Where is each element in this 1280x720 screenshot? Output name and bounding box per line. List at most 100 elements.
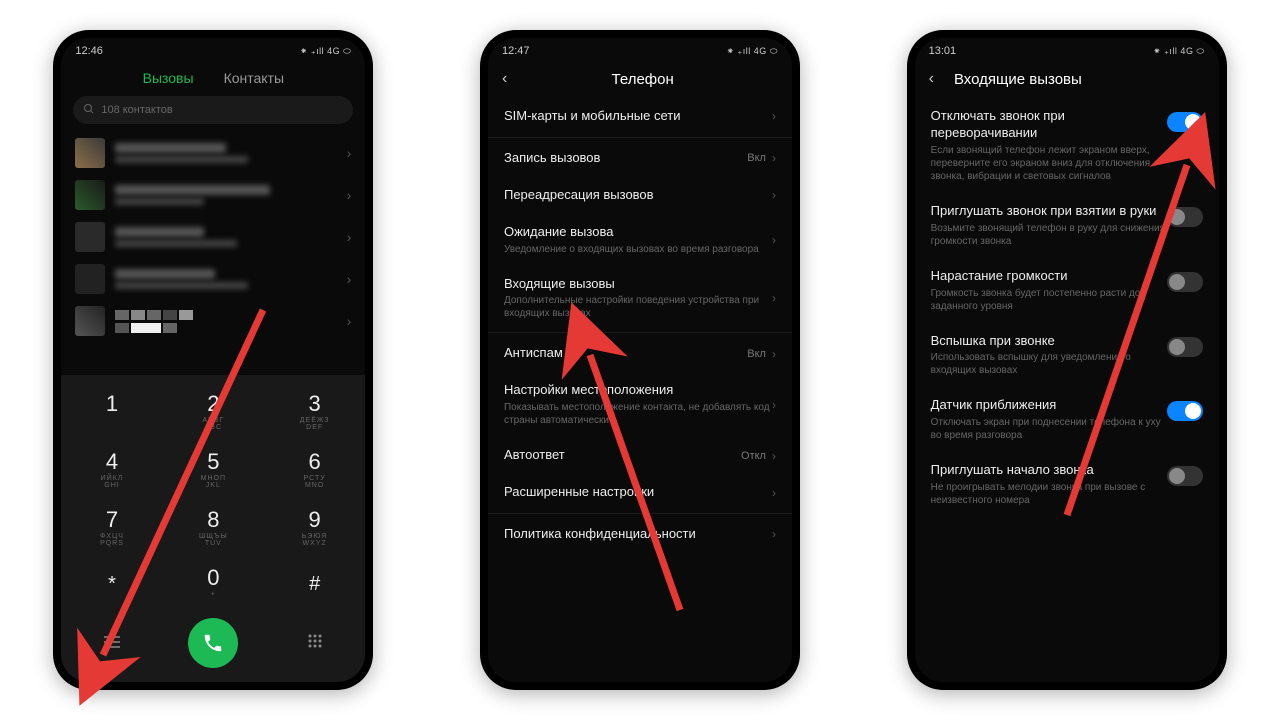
status-icons: ⁕ ₊ıll 4G ⬭: [1153, 46, 1205, 57]
row-subtitle: Громкость звонка будет постепенно расти …: [931, 287, 1167, 313]
chevron-right-icon: ›: [772, 233, 776, 247]
settings-row[interactable]: SIM-карты и мобильные сети›: [488, 98, 792, 135]
dialpad: 1 2АБВГABC 3ДЕЁЖЗDEF 4ИЙКЛGHI 5МНОПJKL 6…: [61, 375, 365, 682]
dial-key-star[interactable]: *: [61, 557, 162, 608]
chevron-right-icon: ›: [347, 187, 352, 203]
row-title: Расширенные настройки: [504, 484, 772, 501]
row-title: Входящие вызовы: [504, 276, 772, 293]
settings-row[interactable]: Настройки местоположенияПоказывать место…: [488, 372, 792, 437]
row-title: Приглушать звонок при взятии в руки: [931, 203, 1167, 220]
row-title: Автоответ: [504, 447, 741, 464]
row-value: Вкл: [747, 152, 766, 164]
chevron-right-icon: ›: [772, 486, 776, 500]
row-subtitle: Возьмите звонящий телефон в руку для сни…: [931, 222, 1167, 248]
row-subtitle: Не проигрывать мелодии звонка при вызове…: [931, 481, 1167, 507]
page-title: Входящие вызовы: [954, 71, 1082, 88]
row-value: Откл: [741, 450, 766, 462]
chevron-right-icon: ›: [772, 188, 776, 202]
settings-row[interactable]: Входящие вызовыДополнительные настройки …: [488, 266, 792, 331]
row-title: Датчик приближения: [931, 397, 1167, 414]
list-item[interactable]: ›: [61, 174, 365, 216]
clock: 12:46: [75, 45, 103, 57]
status-icons: ⁕ ₊ıll 4G ⬭: [726, 46, 778, 57]
list-item[interactable]: ›: [61, 132, 365, 174]
page-title: Телефон: [527, 71, 758, 88]
row-subtitle: Отключать экран при поднесении телефона …: [931, 416, 1167, 442]
settings-row[interactable]: Приглушать звонок при взятии в руки Возьм…: [915, 193, 1219, 258]
back-button[interactable]: ‹: [929, 70, 934, 88]
settings-row[interactable]: Запись вызововВкл ›: [488, 140, 792, 177]
chevron-right-icon: ›: [347, 229, 352, 245]
settings-row[interactable]: Политика конфиденциальности›: [488, 516, 792, 553]
status-bar: 13:01 ⁕ ₊ıll 4G ⬭: [915, 38, 1219, 64]
row-subtitle: Если звонящий телефон лежит экраном ввер…: [931, 144, 1167, 183]
dial-key-hash[interactable]: #: [264, 557, 365, 608]
menu-button[interactable]: [87, 633, 137, 654]
chevron-right-icon: ›: [772, 151, 776, 165]
dial-key-2[interactable]: 2АБВГABC: [163, 383, 264, 441]
phone-mockup-1: 12:46 ⁕ ₊ıll 4G ⬭ Вызовы Контакты 108 ко…: [53, 30, 373, 690]
row-title: Ожидание вызова: [504, 224, 772, 241]
search-input[interactable]: 108 контактов: [73, 96, 353, 124]
list-item[interactable]: ›: [61, 216, 365, 258]
search-placeholder: 108 контактов: [101, 104, 172, 116]
toggle-switch[interactable]: [1167, 112, 1203, 132]
row-title: Настройки местоположения: [504, 382, 772, 399]
toggle-switch[interactable]: [1167, 466, 1203, 486]
settings-row[interactable]: АвтоответОткл ›: [488, 437, 792, 474]
chevron-right-icon: ›: [772, 109, 776, 123]
dial-key-8[interactable]: 8ШЩЪЫTUV: [163, 499, 264, 557]
dialpad-toggle-button[interactable]: [290, 633, 340, 654]
phone-mockup-2: 12:47 ⁕ ₊ıll 4G ⬭ ‹ Телефон SIM-карты и …: [480, 30, 800, 690]
chevron-right-icon: ›: [772, 527, 776, 541]
row-subtitle: Дополнительные настройки поведения устро…: [504, 294, 772, 320]
status-icons: ⁕ ₊ıll 4G ⬭: [300, 46, 352, 57]
settings-row[interactable]: Вспышка при звонкеИспользовать вспышку д…: [915, 323, 1219, 388]
row-title: Вспышка при звонке: [931, 333, 1167, 350]
dial-key-1[interactable]: 1: [61, 383, 162, 441]
dial-key-5[interactable]: 5МНОПJKL: [163, 441, 264, 499]
settings-row[interactable]: Расширенные настройки›: [488, 474, 792, 511]
row-title: Запись вызовов: [504, 150, 747, 167]
back-button[interactable]: ‹: [502, 70, 507, 88]
toggle-switch[interactable]: [1167, 272, 1203, 292]
dial-key-6[interactable]: 6РСТУMNO: [264, 441, 365, 499]
dial-key-4[interactable]: 4ИЙКЛGHI: [61, 441, 162, 499]
chevron-right-icon: ›: [347, 271, 352, 287]
settings-row[interactable]: Ожидание вызова Уведомление о входящих вы…: [488, 214, 792, 266]
chevron-right-icon: ›: [772, 347, 776, 361]
settings-row[interactable]: Переадресация вызовов›: [488, 177, 792, 214]
status-bar: 12:47 ⁕ ₊ıll 4G ⬭: [488, 38, 792, 64]
settings-row[interactable]: АнтиспамВкл›: [488, 335, 792, 372]
call-button[interactable]: [188, 618, 238, 668]
settings-row[interactable]: Приглушать начало звонкаНе проигрывать м…: [915, 452, 1219, 517]
tab-calls[interactable]: Вызовы: [143, 70, 194, 86]
status-bar: 12:46 ⁕ ₊ıll 4G ⬭: [61, 38, 365, 64]
row-title: Отключать звонок при переворачивании: [931, 108, 1167, 142]
row-title: Переадресация вызовов: [504, 187, 772, 204]
chevron-right-icon: ›: [772, 291, 776, 305]
row-subtitle: Использовать вспышку для уведомления о в…: [931, 351, 1167, 377]
row-title: Нарастание громкости: [931, 268, 1167, 285]
settings-row[interactable]: Отключать звонок при переворачиванииЕсли…: [915, 98, 1219, 193]
chevron-right-icon: ›: [772, 449, 776, 463]
toggle-switch[interactable]: [1167, 401, 1203, 421]
settings-row[interactable]: Нарастание громкости Громкость звонка буд…: [915, 258, 1219, 323]
toggle-switch[interactable]: [1167, 337, 1203, 357]
dial-key-7[interactable]: 7ФХЦЧPQRS: [61, 499, 162, 557]
row-title: SIM-карты и мобильные сети: [504, 108, 772, 125]
tab-contacts[interactable]: Контакты: [224, 70, 284, 86]
toggle-switch[interactable]: [1167, 207, 1203, 227]
dial-key-3[interactable]: 3ДЕЁЖЗDEF: [264, 383, 365, 441]
row-subtitle: Уведомление о входящих вызовах во время …: [504, 243, 772, 256]
phone-mockup-3: 13:01 ⁕ ₊ıll 4G ⬭ ‹ Входящие вызовы Откл…: [907, 30, 1227, 690]
dial-key-0[interactable]: 0+: [163, 557, 264, 608]
clock: 12:47: [502, 45, 530, 57]
row-title: Политика конфиденциальности: [504, 526, 772, 543]
chevron-right-icon: ›: [347, 145, 352, 161]
clock: 13:01: [929, 45, 957, 57]
dial-key-9[interactable]: 9ЬЭЮЯWXYZ: [264, 499, 365, 557]
list-item[interactable]: ›: [61, 300, 365, 342]
list-item[interactable]: ›: [61, 258, 365, 300]
settings-row[interactable]: Датчик приближения Отключать экран при по…: [915, 387, 1219, 452]
